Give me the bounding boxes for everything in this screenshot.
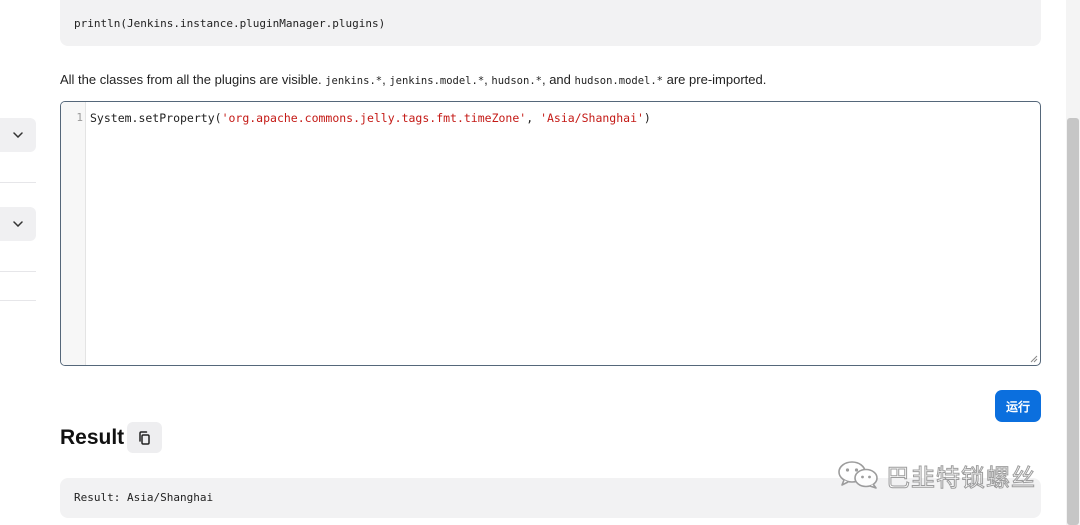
- import-package: jenkins.model.*: [389, 75, 485, 87]
- copy-icon: [139, 430, 150, 445]
- description-prefix: All the classes from all the plugins are…: [60, 72, 326, 87]
- page-scrollbar-thumb[interactable]: [1067, 118, 1079, 525]
- sidebar-collapse-button[interactable]: [0, 207, 36, 241]
- sidebar-collapse-button[interactable]: [0, 118, 36, 152]
- result-heading: Result: [60, 426, 125, 449]
- watermark: 巴韭特锁螺丝: [836, 457, 1036, 493]
- sidebar-divider: [0, 182, 36, 183]
- script-console-description: All the classes from all the plugins are…: [60, 72, 766, 87]
- code-call-end: ): [643, 111, 651, 125]
- code-separator: ,: [526, 111, 541, 125]
- import-package: hudson.*: [491, 75, 542, 87]
- script-editor[interactable]: 1 System.setProperty('org.apache.commons…: [60, 101, 1041, 366]
- code-string: 'Asia/Shanghai': [540, 111, 644, 125]
- code-string: 'org.apache.commons.jelly.tags.fmt.timeZ…: [221, 111, 527, 125]
- code-call: System.setProperty(: [90, 111, 222, 125]
- example-code-block: println(Jenkins.instance.pluginManager.p…: [60, 0, 1041, 46]
- resize-handle-icon[interactable]: [1030, 355, 1038, 363]
- chevron-down-icon: [13, 221, 23, 227]
- sidebar-divider: [0, 300, 36, 301]
- watermark-text: 巴韭特锁螺丝: [886, 463, 1036, 492]
- editor-gutter: 1: [61, 102, 86, 365]
- import-package: hudson.model.*: [574, 75, 664, 87]
- description-suffix: are pre-imported.: [663, 72, 767, 87]
- run-button[interactable]: 运行: [995, 390, 1041, 422]
- code-line[interactable]: System.setProperty('org.apache.commons.j…: [90, 111, 651, 125]
- description-separator: , and: [541, 72, 575, 87]
- wechat-icon: [838, 461, 878, 489]
- chevron-down-icon: [13, 132, 23, 138]
- import-package: jenkins.*: [325, 75, 383, 87]
- sidebar-divider: [0, 271, 36, 272]
- copy-result-button[interactable]: [127, 422, 162, 453]
- line-number: 1: [76, 111, 83, 124]
